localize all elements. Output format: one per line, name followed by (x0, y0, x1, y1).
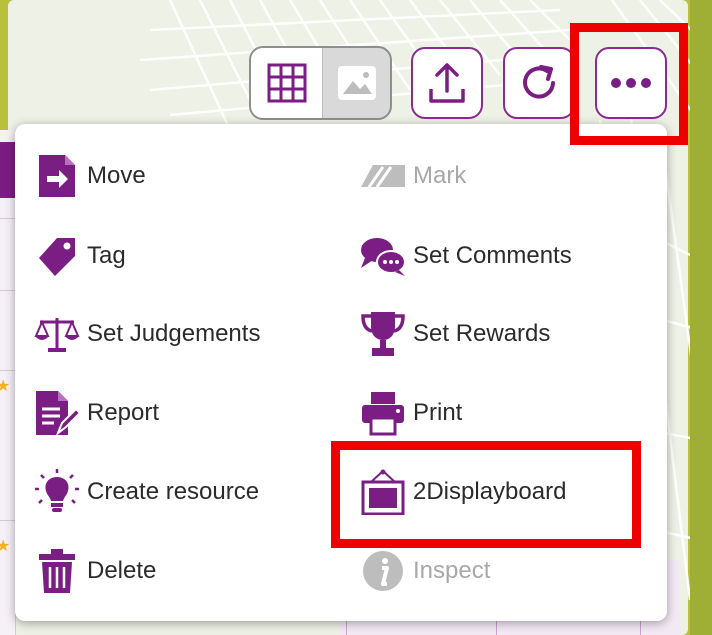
menu-item-label: Report (87, 399, 160, 426)
row-divider (0, 290, 16, 291)
menu-item-tag[interactable]: Tag (33, 224, 126, 288)
menu-item-label: Print (413, 399, 463, 426)
menu-item-label: Set Rewards (413, 320, 551, 347)
menu-item-set-comments[interactable]: Set Comments (359, 224, 572, 288)
menu-item-label: Set Comments (413, 242, 572, 269)
menu-item-inspect[interactable]: Inspect (359, 539, 490, 603)
background-list-strip: ★ ★ (0, 130, 16, 635)
move-file-icon (33, 152, 81, 200)
highlight-box-2displayboard (331, 441, 641, 548)
tag-icon (33, 232, 81, 280)
row-divider (0, 218, 16, 219)
view-toggle[interactable] (249, 46, 392, 120)
menu-item-move[interactable]: Move (33, 144, 146, 208)
menu-item-create-resource[interactable]: Create resource (33, 460, 259, 524)
menu-item-set-rewards[interactable]: Set Rewards (359, 302, 550, 366)
comments-icon (359, 232, 407, 280)
report-icon (33, 389, 81, 437)
trash-icon (33, 547, 81, 595)
menu-item-mark[interactable]: Mark (359, 144, 466, 208)
lightbulb-icon (33, 468, 81, 516)
star-icon: ★ (0, 538, 11, 555)
grid-view-icon (267, 63, 306, 103)
star-icon: ★ (0, 378, 11, 395)
grid-view-button[interactable] (251, 48, 323, 118)
info-icon (359, 547, 407, 595)
menu-item-label: Delete (87, 557, 157, 584)
menu-item-print[interactable]: Print (359, 381, 462, 445)
menu-item-label: Tag (87, 242, 126, 269)
scales-icon (33, 310, 81, 358)
trophy-icon (359, 310, 407, 358)
list-header-tab (0, 142, 16, 198)
highlight-box-more-options (570, 23, 688, 145)
menu-item-report[interactable]: Report (33, 381, 159, 445)
menu-item-label: Mark (413, 162, 467, 189)
printer-icon (359, 389, 407, 437)
menu-item-label: Inspect (413, 557, 491, 584)
mark-icon (359, 152, 407, 200)
image-view-button[interactable] (323, 48, 390, 118)
refresh-icon (523, 65, 555, 99)
share-icon (429, 63, 465, 103)
menu-item-label: Move (87, 162, 146, 189)
row-divider (0, 520, 16, 521)
menu-item-set-judgements[interactable]: Set Judgements (33, 302, 260, 366)
image-view-icon (337, 66, 376, 100)
row-divider (0, 370, 16, 371)
menu-item-label: Set Judgements (87, 320, 261, 347)
menu-item-label: Create resource (87, 478, 260, 505)
menu-item-delete[interactable]: Delete (33, 539, 156, 603)
share-button[interactable] (411, 47, 483, 119)
refresh-button[interactable] (503, 47, 575, 119)
